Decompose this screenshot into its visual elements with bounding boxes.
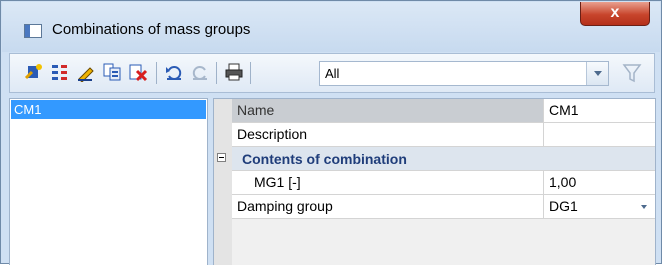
filter-value: All [325,66,340,81]
filter-select[interactable]: All [319,61,609,86]
insert-icon[interactable] [50,62,70,82]
close-button[interactable]: x [580,2,650,26]
toolbar-separator [250,62,251,84]
property-label: Name [232,99,544,122]
damping-select[interactable]: DG1 [544,195,655,218]
damping-value: DG1 [549,198,578,214]
new-item-icon[interactable] [24,62,44,82]
property-grid: Name CM1 Description Contents of combina… [213,98,656,265]
property-row-damping[interactable]: Damping group DG1 [232,195,655,219]
chevron-down-icon[interactable] [639,195,651,218]
list-item[interactable]: CM1 [11,100,206,119]
chevron-down-icon[interactable] [586,62,608,85]
dialog-window: Combinations of mass groups x All CM1 Na… [0,0,662,265]
redo-icon[interactable] [190,62,210,82]
toolbar: All [9,53,655,93]
property-row-name[interactable]: Name CM1 [232,99,655,123]
mg1-field[interactable]: 1,00 [544,171,655,194]
combination-list: CM1 [9,98,208,265]
window-icon [24,24,42,38]
group-label: Contents of combination [242,151,407,167]
property-row-description[interactable]: Description [232,123,655,147]
description-field[interactable] [544,123,655,146]
title-bar[interactable]: Combinations of mass groups x [2,2,660,52]
copy-icon[interactable] [102,62,122,82]
name-field[interactable]: CM1 [544,99,655,122]
grid-gutter [214,99,232,265]
property-label: Damping group [232,195,544,218]
property-label: MG1 [-] [232,171,544,194]
collapse-icon[interactable] [217,153,226,162]
toolbar-separator [216,62,217,84]
edit-icon[interactable] [76,62,96,82]
property-label: Description [232,123,544,146]
toolbar-separator [156,62,157,84]
delete-icon[interactable] [128,62,148,82]
filter-icon[interactable] [622,62,642,84]
undo-icon[interactable] [164,62,184,82]
property-row-mg1[interactable]: MG1 [-] 1,00 [232,171,655,195]
window-title: Combinations of mass groups [52,21,251,38]
print-icon[interactable] [224,62,244,82]
property-group-contents[interactable]: Contents of combination [217,147,655,171]
